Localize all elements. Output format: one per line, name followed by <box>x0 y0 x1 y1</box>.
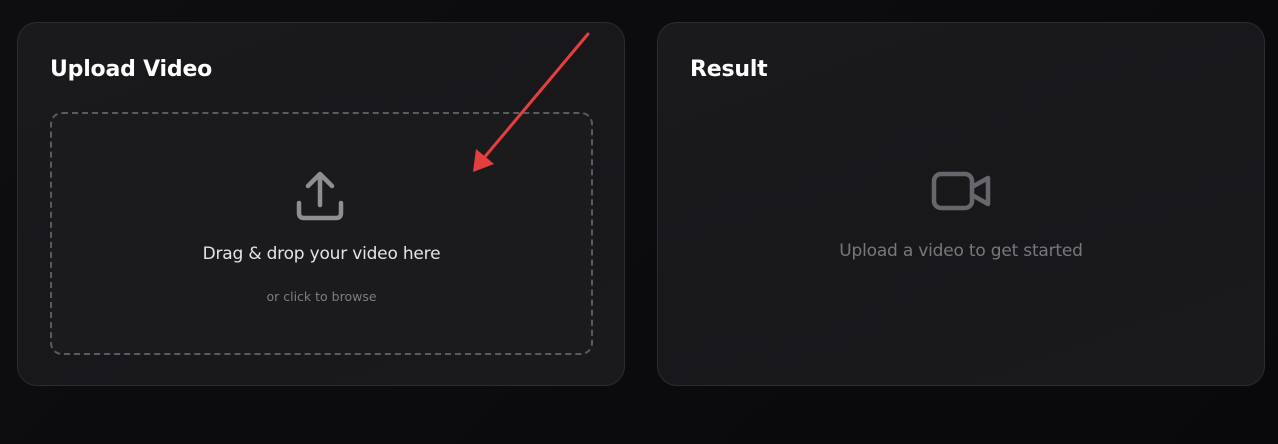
video-camera-icon <box>931 171 991 211</box>
upload-panel-title: Upload Video <box>50 57 213 82</box>
upload-icon <box>296 171 344 221</box>
result-panel: Result Upload a video to get started <box>657 22 1265 386</box>
dropzone-browse-text[interactable]: or click to browse <box>52 289 591 304</box>
dropzone-primary-text: Drag & drop your video here <box>202 244 441 264</box>
result-placeholder-text: Upload a video to get started <box>839 241 1083 261</box>
upload-video-panel: Upload Video Drag & drop your video here… <box>17 22 625 386</box>
result-panel-title: Result <box>690 57 768 82</box>
video-dropzone[interactable]: Drag & drop your video here or click to … <box>50 112 593 355</box>
